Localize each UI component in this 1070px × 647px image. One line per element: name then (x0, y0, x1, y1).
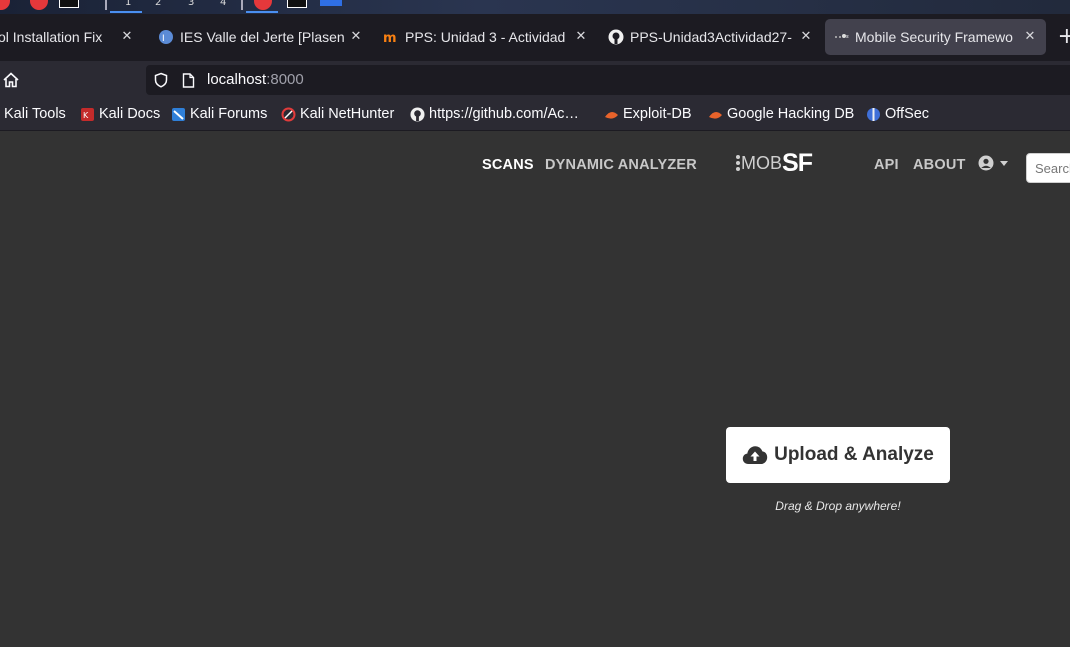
mobsf-logo[interactable]: MOB SF (735, 148, 813, 177)
svg-text:K: K (83, 111, 89, 120)
workspace-4[interactable]: 4 (220, 0, 226, 10)
desktop-taskbar: 1 2 3 4 (0, 0, 1070, 14)
active-window-indicator (246, 11, 278, 13)
svg-text:I: I (162, 34, 165, 44)
github-icon (410, 106, 425, 122)
exploitdb-icon (605, 111, 618, 119)
bookmark-label: OffSec (885, 106, 930, 122)
workspace-3[interactable]: 3 (188, 0, 194, 10)
bookmark-label: Kali NetHunter (300, 106, 395, 122)
tab-mobsf[interactable]: sf Mobile Security Framewo ✕ (825, 19, 1046, 55)
chevron-down-icon (1000, 160, 1008, 166)
ghdb-icon (709, 111, 722, 119)
tab-installation-fix[interactable]: ol Installation Fix ✕ (0, 19, 143, 55)
taskbar-separator (241, 0, 243, 10)
tab-pps-unidad3[interactable]: m PPS: Unidad 3 - Actividad ✕ (375, 19, 597, 55)
bookmark-github[interactable]: https://github.com/Ac… (410, 106, 579, 122)
tab-label: IES Valle del Jerte [Plasen (180, 29, 345, 45)
terminal-launcher-icon[interactable] (59, 0, 79, 8)
browser-toolbar: localhost:8000 (0, 61, 1070, 99)
bookmark-label: Kali Docs (99, 106, 161, 122)
files-window-icon[interactable] (320, 0, 342, 6)
nav-api[interactable]: API (874, 157, 899, 173)
url-text[interactable]: localhost:8000 (207, 71, 304, 88)
mobsf-page: SCANS DYNAMIC ANALYZER MOB SF API ABOUT … (0, 132, 1070, 647)
bookmarks-bar: Kali Tools K Kali Docs Kali Forums Kali … (0, 99, 1070, 131)
cloud-upload-icon (742, 446, 768, 464)
active-workspace-indicator (110, 11, 142, 13)
new-tab-button[interactable]: + (1058, 24, 1070, 49)
moodle-m-icon: m (383, 31, 397, 45)
upload-analyze-button[interactable]: Upload & Analyze (726, 427, 950, 483)
close-tab-icon[interactable]: ✕ (119, 28, 135, 44)
logo-mob-text: MOB (741, 152, 783, 173)
nav-about[interactable]: ABOUT (913, 157, 966, 173)
bookmark-label: Kali Tools (4, 106, 66, 122)
tab-label: PPS: Unidad 3 - Actividad (405, 29, 566, 45)
mobsf-navbar: SCANS DYNAMIC ANALYZER MOB SF API ABOUT … (0, 132, 1070, 196)
tab-label: ol Installation Fix (0, 29, 103, 45)
search-input[interactable]: Search (1026, 153, 1070, 183)
user-menu[interactable] (978, 155, 1008, 171)
url-host: localhost (207, 71, 267, 88)
workspace-1[interactable]: 1 (125, 0, 131, 10)
svg-text:m: m (383, 31, 397, 45)
nav-dynamic-analyzer[interactable]: DYNAMIC ANALYZER (545, 157, 697, 173)
nav-scans[interactable]: SCANS (482, 157, 534, 173)
bookmark-kali-tools[interactable]: Kali Tools (4, 106, 66, 122)
tab-ies-valle[interactable]: I IES Valle del Jerte [Plasen ✕ (150, 19, 372, 55)
moodle-icon: I (159, 30, 173, 44)
drag-drop-hint: Drag & Drop anywhere! (775, 499, 901, 513)
workspace-2[interactable]: 2 (155, 0, 161, 10)
kali-forums-icon (172, 107, 185, 121)
terminal-window-icon[interactable] (287, 0, 307, 8)
bookmark-exploit-db[interactable]: Exploit-DB (604, 106, 692, 122)
app-launcher-icon[interactable] (0, 0, 10, 10)
tab-github-repo[interactable]: PPS-Unidad3Actividad27- ✕ (600, 19, 822, 55)
firefox-window-icon[interactable] (254, 0, 272, 10)
address-bar[interactable]: localhost:8000 (146, 65, 1070, 95)
bookmark-kali-forums[interactable]: Kali Forums (171, 106, 267, 122)
bookmark-label: https://github.com/Ac… (429, 106, 579, 122)
bookmark-google-hacking-db[interactable]: Google Hacking DB (708, 106, 854, 122)
upload-analyze-label: Upload & Analyze (774, 444, 934, 465)
url-port: :8000 (266, 71, 304, 88)
github-icon (608, 29, 624, 45)
browser-launcher-icon[interactable] (30, 0, 48, 10)
shield-icon[interactable] (153, 72, 169, 88)
home-icon[interactable] (2, 71, 20, 89)
close-tab-icon[interactable]: ✕ (798, 28, 814, 44)
kali-docs-icon: K (81, 107, 94, 121)
close-tab-icon[interactable]: ✕ (1022, 28, 1038, 44)
user-circle-icon (978, 155, 994, 171)
svg-text:sf: sf (846, 34, 849, 40)
bookmark-offsec[interactable]: OffSec (866, 106, 929, 122)
close-tab-icon[interactable]: ✕ (573, 28, 589, 44)
taskbar-separator (105, 0, 107, 10)
page-info-icon[interactable] (182, 73, 195, 88)
bookmark-label: Kali Forums (190, 106, 268, 122)
bookmark-kali-nethunter[interactable]: Kali NetHunter (281, 106, 394, 122)
logo-sf-text: SF (782, 148, 813, 177)
offsec-icon (867, 107, 880, 121)
bookmark-label: Google Hacking DB (727, 106, 855, 122)
tab-label: PPS-Unidad3Actividad27- (630, 29, 792, 45)
bookmark-kali-docs[interactable]: K Kali Docs (80, 106, 160, 122)
close-tab-icon[interactable]: ✕ (348, 28, 364, 44)
mobsf-icon: sf (835, 34, 849, 40)
tab-label: Mobile Security Framewo (855, 29, 1013, 45)
bookmark-label: Exploit-DB (623, 106, 692, 122)
nethunter-icon (281, 107, 296, 121)
browser-tab-bar: ol Installation Fix ✕ I IES Valle del Je… (0, 14, 1070, 61)
